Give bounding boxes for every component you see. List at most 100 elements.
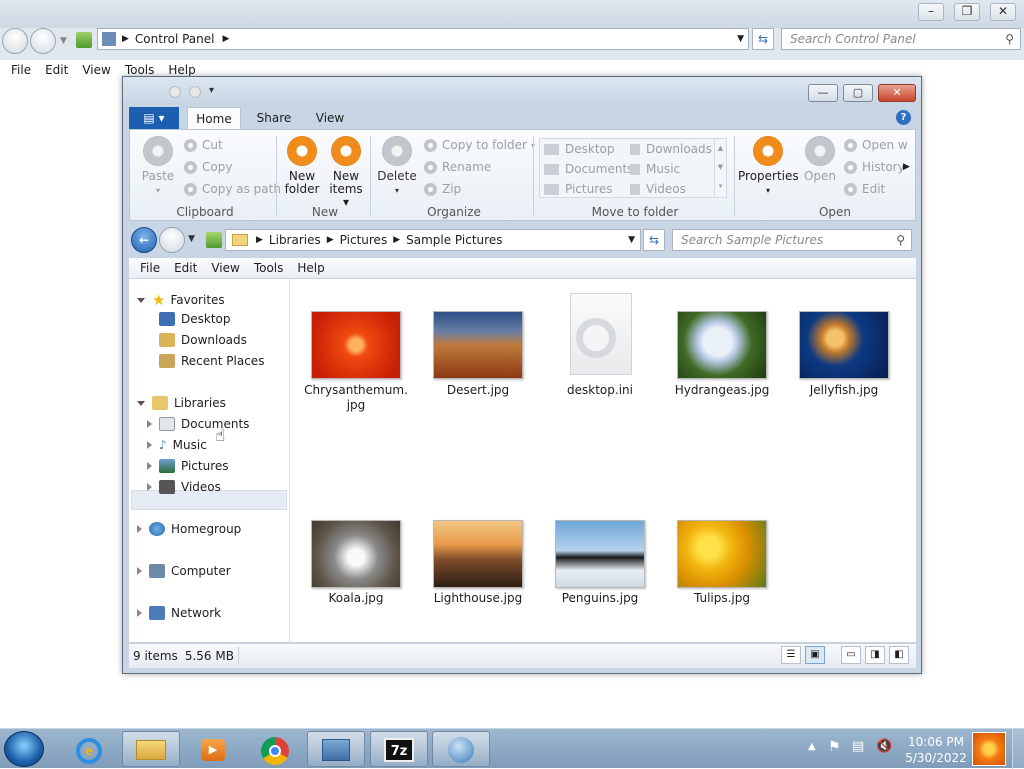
tree-videos[interactable]: Videos [147,480,221,494]
tab-view[interactable]: View [307,107,353,129]
gallery-scroll[interactable]: ▲ ▼ ▾ [714,139,726,197]
clock[interactable]: 10:06 PM 5/30/2022 [904,734,968,766]
details-view-icon[interactable]: ☰ [781,646,801,664]
refresh-icon[interactable]: ⇆ [643,229,665,251]
help-icon[interactable]: ? [896,110,911,125]
quick-access-properties-icon[interactable] [169,86,181,98]
properties-button[interactable]: Properties ▾ [738,136,799,197]
file-name[interactable]: Hydrangeas.jpg [667,383,777,398]
tree-downloads[interactable]: Downloads [159,333,247,347]
menu-file[interactable]: File [133,261,167,275]
new-folder-button[interactable]: New folder [282,136,322,196]
start-button[interactable] [4,731,44,767]
zip-button[interactable]: Zip [424,182,461,196]
user-picture-avatar[interactable] [972,732,1006,766]
maximize-button[interactable]: ▢ [843,84,873,102]
breadcrumb-arrow-icon[interactable]: ▶ [327,235,334,245]
tree-favorites[interactable]: ★ Favorites [137,291,225,309]
preview-pane-toggle-icon[interactable]: ◨ [865,646,885,664]
menu-tools[interactable]: Tools [118,63,162,77]
expand-icon[interactable] [137,567,142,575]
file-name[interactable]: Lighthouse.jpg [423,591,533,606]
forward-button[interactable] [30,28,56,54]
breadcrumb-control-panel[interactable]: Control Panel [135,32,215,46]
menu-view[interactable]: View [75,63,117,77]
tree-recent-places[interactable]: Recent Places [159,354,264,368]
menu-view[interactable]: View [204,261,246,275]
tree-pictures[interactable]: Pictures [147,459,229,473]
cut-button[interactable]: Cut [184,138,223,152]
address-bar[interactable]: ▶ Libraries ▶ Pictures ▶ Sample Pictures… [225,229,641,251]
copy-as-path-button[interactable]: Copy as path [184,182,281,196]
delete-button[interactable]: Delete ▾ [375,136,419,197]
network-tray-icon[interactable]: ▤ [852,739,864,754]
taskbar-media-player[interactable]: ▶ [184,731,242,767]
search-input[interactable]: Search Sample Pictures ⚲ [672,229,912,251]
tree-homegroup[interactable]: Homegroup [137,522,241,536]
file-thumbnail-penguins[interactable] [555,520,645,588]
file-name[interactable]: Jellyfish.jpg [789,383,899,398]
refresh-icon[interactable]: ⇆ [752,28,774,50]
file-thumbnail-hydrangeas[interactable] [677,311,767,379]
forward-button[interactable] [159,227,185,253]
close-button[interactable]: ✕ [990,3,1016,21]
history-button[interactable]: History [844,160,905,174]
address-bar[interactable]: ▶ Control Panel ▶ ▼ [97,28,749,50]
file-thumbnail-tulips[interactable] [677,520,767,588]
details-pane-toggle-icon[interactable]: ◧ [889,646,909,664]
file-name[interactable]: desktop.ini [545,383,655,398]
chevron-down-icon[interactable]: ▼ [737,34,744,44]
file-icon-desktop-ini[interactable] [570,293,632,375]
chevron-down-icon[interactable]: ▼ [628,235,635,245]
taskbar-chrome[interactable] [246,731,304,767]
breadcrumb-arrow-icon[interactable]: ▶ [223,34,230,44]
file-thumbnail-desert[interactable] [433,311,523,379]
expand-icon[interactable] [137,525,142,533]
edit-button[interactable]: Edit [844,182,885,196]
menu-edit[interactable]: Edit [38,63,75,77]
expand-icon[interactable] [137,297,145,303]
navigation-pane-toggle-icon[interactable]: ▭ [841,646,861,664]
taskbar-7zip[interactable]: 7z [370,731,428,767]
taskbar-network-app[interactable] [432,731,490,767]
minimize-button[interactable]: – [918,3,944,21]
menu-tools[interactable]: Tools [247,261,291,275]
search-icon[interactable]: ⚲ [1005,32,1014,46]
expand-icon[interactable] [147,483,152,491]
file-thumbnail-lighthouse[interactable] [433,520,523,588]
expand-icon[interactable] [137,609,142,617]
new-items-button[interactable]: New items ▾ [326,136,366,209]
move-to-pictures[interactable]: Pictures [544,182,613,196]
restore-button[interactable]: ❐ [954,3,980,21]
copy-button[interactable]: Copy [184,160,232,174]
recent-locations-dropdown-icon[interactable]: ▼ [188,234,195,244]
breadcrumb-libraries[interactable]: Libraries [269,233,321,247]
move-to-documents[interactable]: Documents [544,162,633,176]
expand-icon[interactable] [147,441,152,449]
move-to-downloads[interactable]: Downloads [630,142,712,156]
large-icons-view-icon[interactable]: ▣ [805,646,825,664]
open-with-button[interactable]: Open w [844,138,908,152]
volume-muted-icon[interactable]: 🔇 [876,739,892,754]
up-folder-icon[interactable] [206,232,222,248]
breadcrumb-sample-pictures[interactable]: Sample Pictures [406,233,502,247]
move-to-music[interactable]: Music [630,162,680,176]
taskbar-internet-explorer[interactable]: e [60,731,118,767]
tree-computer[interactable]: Computer [137,564,231,578]
tree-network[interactable]: Network [137,606,221,620]
file-name[interactable]: Desert.jpg [423,383,533,398]
file-thumbnail-jellyfish[interactable] [799,311,889,379]
breadcrumb-arrow-icon[interactable]: ▶ [393,235,400,245]
file-name[interactable]: Tulips.jpg [667,591,777,606]
copy-to-folder-button[interactable]: Copy to folder▾ [424,138,535,152]
file-name[interactable]: Koala.jpg [301,591,411,606]
file-name[interactable]: Chrysanthemum. jpg [301,383,411,413]
taskbar-control-panel[interactable] [307,731,365,767]
back-button[interactable]: ← [131,227,157,253]
action-center-flag-icon[interactable]: ⚑ [828,739,841,755]
back-button[interactable] [2,28,28,54]
expand-icon[interactable] [147,420,152,428]
show-desktop-button[interactable] [1012,729,1024,769]
move-to-videos[interactable]: Videos [630,182,686,196]
expand-icon[interactable] [147,462,152,470]
